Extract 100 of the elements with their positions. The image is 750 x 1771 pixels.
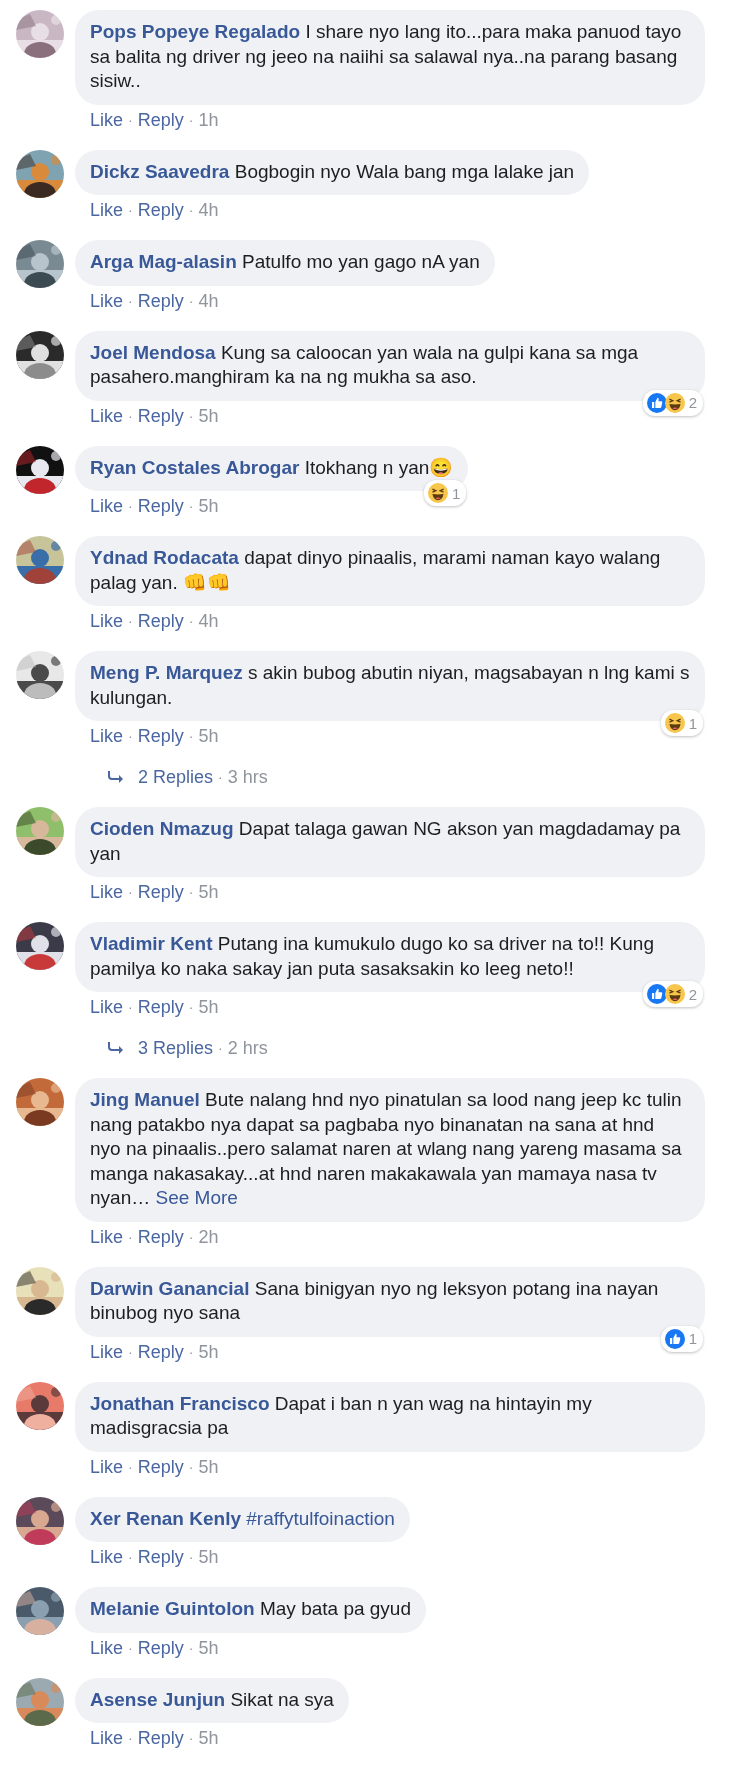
- comment-time: 5h: [198, 1455, 219, 1478]
- laughing-face-icon: [664, 392, 685, 413]
- reaction-badge[interactable]: 2: [642, 981, 703, 1007]
- comment-time: 4h: [198, 289, 219, 312]
- comment-time: 5h: [198, 495, 219, 517]
- reaction-badge[interactable]: 1: [660, 710, 703, 736]
- comment-action-link[interactable]: Reply: [137, 1546, 184, 1568]
- comment-action-link[interactable]: Like: [90, 996, 124, 1018]
- comment-action-link[interactable]: Reply: [137, 108, 184, 131]
- comment-action-link[interactable]: Like: [90, 1225, 124, 1248]
- comment-text: Pops Popeye Regalado I share nyo lang ito...para maka panuod tayo sa balita ng driver ng jeeo na naiihi sa salawal nya..na parang basang sisiw..: [90, 20, 683, 93]
- comment-text: Melanie Guintolon May bata pa gyud: [90, 1597, 411, 1621]
- author-link[interactable]: Ryan Costales Abrogar: [90, 456, 300, 478]
- comment-action-link[interactable]: Like: [90, 1340, 124, 1363]
- comment-text: Asense Junjun Sikat na sya: [90, 1687, 334, 1712]
- comment-time: 5h: [198, 1636, 219, 1659]
- comment-action-link[interactable]: Like: [90, 610, 124, 632]
- comment-time: 5h: [198, 881, 219, 903]
- separator-dot: ·: [218, 1039, 223, 1058]
- author-link[interactable]: Jing Manuel: [90, 1089, 200, 1110]
- comment-time: 5h: [198, 1546, 219, 1568]
- comment-action-link[interactable]: Like: [90, 199, 124, 221]
- author-link[interactable]: Asense Junjun: [90, 1688, 226, 1710]
- thumbs-up-icon: [646, 984, 667, 1004]
- comment-text: Arga Mag-alasin Patulfo mo yan gago nA yan: [90, 250, 480, 274]
- comment-action-link[interactable]: Reply: [137, 199, 184, 221]
- comment-action-link[interactable]: Like: [90, 404, 124, 427]
- comment-action-link[interactable]: Reply: [137, 610, 184, 632]
- author-link[interactable]: Melanie Guintolon: [90, 1598, 255, 1619]
- comment-text: Cioden Nmazug Dapat talaga gawan NG akson yan magdadamay pa yan: [90, 817, 682, 866]
- comment-action-link[interactable]: Reply: [137, 881, 184, 903]
- separator-dot: ·: [188, 1457, 194, 1477]
- view-replies-link[interactable]: 3 Replies: [138, 1037, 214, 1059]
- comment-time: 5h: [198, 725, 219, 747]
- comment-time: 4h: [198, 199, 219, 221]
- comment-action-link[interactable]: Reply: [137, 1455, 184, 1478]
- separator-dot: ·: [188, 998, 194, 1017]
- comment-action-link[interactable]: Like: [90, 881, 124, 903]
- author-link[interactable]: Dickz Saavedra: [90, 160, 230, 182]
- reply-arrow-icon: [108, 770, 124, 784]
- comment-action-link[interactable]: Reply: [137, 404, 184, 427]
- author-link[interactable]: Pops Popeye Regalado: [90, 21, 301, 42]
- comment-time: 5h: [198, 404, 219, 427]
- separator-dot: ·: [128, 1548, 133, 1567]
- separator-dot: ·: [128, 1457, 133, 1477]
- comment-action-link[interactable]: Reply: [137, 996, 184, 1018]
- comment-action-link[interactable]: Reply: [137, 1636, 184, 1659]
- author-link[interactable]: Xer Renan Kenly: [90, 1507, 241, 1529]
- comment-action-link[interactable]: Reply: [137, 1340, 184, 1363]
- separator-dot: ·: [188, 1729, 194, 1748]
- hashtag-link[interactable]: #raffytulfoinaction: [246, 1507, 395, 1529]
- comment-text: Darwin Ganancial Sana binigyan nyo ng leksyon potang ina nayan binubog nyo sana: [90, 1276, 660, 1325]
- reaction-badge[interactable]: 1: [424, 480, 467, 506]
- comment-action-link[interactable]: Reply: [137, 1727, 184, 1749]
- comment-action-link[interactable]: Like: [90, 1727, 124, 1749]
- see-more-link[interactable]: See More: [155, 1187, 238, 1208]
- comment-action-link[interactable]: Like: [90, 1455, 124, 1478]
- comment-action-link[interactable]: Like: [90, 1546, 124, 1568]
- separator-dot: ·: [188, 1342, 194, 1362]
- comment-text: Joel Mendosa Kung sa caloocan yan wala na gulpi kana sa mga pasahero.manghiram ka na ng mukha sa aso.: [90, 340, 640, 389]
- comment-action-link[interactable]: Like: [90, 108, 124, 131]
- thumbs-up-icon: [664, 1328, 685, 1349]
- comment-action-link[interactable]: Reply: [137, 1225, 184, 1248]
- separator-dot: ·: [128, 201, 133, 220]
- separator-dot: ·: [188, 497, 194, 516]
- comment-time: 5h: [198, 1340, 219, 1363]
- comment-text: Jonathan Francisco Dapat i ban n yan wag na hintayin my madisgracsia pa: [90, 1391, 593, 1440]
- comment-action-link[interactable]: Like: [90, 1636, 124, 1659]
- author-link[interactable]: Arga Mag-alasin: [90, 251, 237, 272]
- reaction-badge[interactable]: 2: [642, 389, 703, 416]
- comment-action-link[interactable]: Like: [90, 495, 124, 517]
- separator-dot: ·: [188, 727, 194, 746]
- comment-time: 1h: [198, 108, 219, 131]
- thumbs-up-icon: [646, 392, 667, 413]
- separator-dot: ·: [188, 1548, 194, 1567]
- comment-action-link[interactable]: Reply: [137, 725, 184, 747]
- separator-dot: ·: [128, 883, 133, 902]
- author-link[interactable]: Joel Mendosa: [90, 341, 216, 363]
- comment-action-link[interactable]: Reply: [137, 289, 184, 312]
- author-link[interactable]: Cioden Nmazug: [90, 818, 234, 839]
- comment-text: Meng P. Marquez s akin bubog abutin niyan, magsabayan n lng kami s kulungan.: [90, 661, 690, 710]
- separator-dot: ·: [188, 1227, 194, 1247]
- author-link[interactable]: Darwin Ganancial: [90, 1277, 250, 1299]
- author-link[interactable]: Meng P. Marquez: [90, 662, 243, 683]
- author-link[interactable]: Jonathan Francisco: [90, 1392, 270, 1414]
- comment-text: Jing Manuel Bute nalang hnd nyo pinatulan sa lood nang jeep kc tulin nang patakbo nya dapat sa pagbaba nyo binanatan na sana at hnd nyo na pinaalis..pero salamat naren at wlang nang yareng masama sa manga nakasakay...at hnd naren makakawala yan mamaya nasa tv nyan… See More: [90, 1088, 683, 1210]
- view-replies-link[interactable]: 2 Replies: [138, 766, 214, 788]
- separator-dot: ·: [128, 291, 133, 311]
- comment-text: Vladimir Kent Putang ina kumukulo dugo ko sa driver na to!! Kung pamilya ko naka sakay jan puta sasaksakin ko leeg neto!!: [90, 932, 655, 981]
- separator-dot: ·: [128, 1342, 133, 1362]
- author-link[interactable]: Vladimir Kent: [90, 933, 213, 954]
- comment-action-link[interactable]: Reply: [137, 495, 184, 517]
- comment-text: Ydnad Rodacata dapat dinyo pinaalis, marami naman kayo walang palag yan. 👊👊: [90, 546, 662, 595]
- author-link[interactable]: Ydnad Rodacata: [90, 547, 239, 568]
- separator-dot: ·: [188, 201, 194, 220]
- comment-action-link[interactable]: Like: [90, 725, 124, 747]
- separator-dot: ·: [218, 768, 223, 787]
- separator-dot: ·: [128, 727, 133, 746]
- comment-action-link[interactable]: Like: [90, 289, 124, 312]
- replies-time: 3 hrs: [227, 766, 268, 788]
